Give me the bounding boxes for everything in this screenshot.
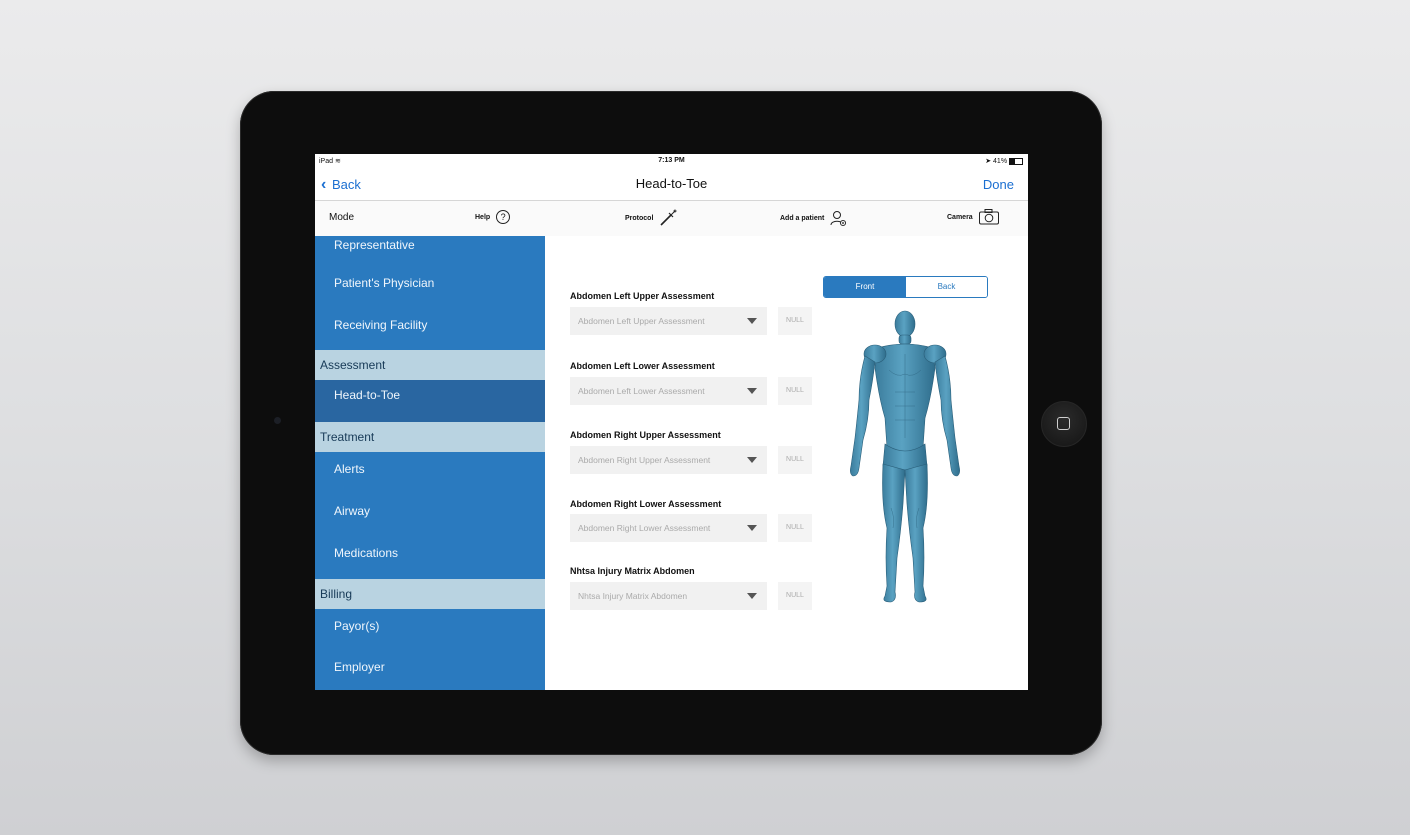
segment-back[interactable]: Back xyxy=(906,277,987,297)
select-abdomen-left-lower[interactable]: Abdomen Left Lower Assessment xyxy=(570,377,767,405)
field-label-abdomen-left-lower: Abdomen Left Lower Assessment xyxy=(570,361,715,371)
sidebar-item-medications[interactable]: Medications xyxy=(315,546,545,560)
sidebar-item-patients-physician[interactable]: Patient's Physician xyxy=(315,276,545,290)
add-patient-button[interactable]: Add a patient xyxy=(780,209,847,227)
dropdown-arrow-icon xyxy=(747,457,757,463)
sidebar-section-treatment: Treatment xyxy=(315,422,545,452)
null-button-abdomen-right-lower[interactable]: NULL xyxy=(778,514,812,542)
select-abdomen-left-upper[interactable]: Abdomen Left Upper Assessment xyxy=(570,307,767,335)
home-button-square-icon xyxy=(1057,417,1070,430)
battery-fill xyxy=(1010,158,1015,164)
field-label-nhtsa-injury-matrix: Nhtsa Injury Matrix Abdomen xyxy=(570,566,695,576)
null-button-abdomen-left-lower[interactable]: NULL xyxy=(778,377,812,405)
dropdown-arrow-icon xyxy=(747,318,757,324)
select-abdomen-right-lower[interactable]: Abdomen Right Lower Assessment xyxy=(570,514,767,542)
location-icon: ➤ xyxy=(985,158,992,165)
background-stage: iPad ≋ 7:13 PM ➤ 41% ‹ Back Head-to-Toe … xyxy=(0,0,1410,835)
sidebar-item-alerts[interactable]: Alerts xyxy=(315,462,545,476)
protocol-button[interactable]: Protocol xyxy=(625,209,678,227)
select-placeholder: Nhtsa Injury Matrix Abdomen xyxy=(578,591,688,601)
dropdown-arrow-icon xyxy=(747,388,757,394)
syringe-icon xyxy=(660,209,677,226)
sidebar-item-payors[interactable]: Payor(s) xyxy=(315,619,545,633)
sidebar-section-billing: Billing xyxy=(315,579,545,609)
done-button[interactable]: Done xyxy=(983,177,1014,192)
front-camera-dot xyxy=(274,417,281,424)
toolbar: Mode Help ? Protocol Add a patient Camer… xyxy=(315,200,1028,237)
null-button-abdomen-left-upper[interactable]: NULL xyxy=(778,307,812,335)
sidebar-item-receiving-facility[interactable]: Receiving Facility xyxy=(315,318,545,332)
sidebar: Representative Patient's Physician Recei… xyxy=(315,236,545,690)
sidebar-item-airway[interactable]: Airway xyxy=(315,504,545,518)
select-placeholder: Abdomen Left Lower Assessment xyxy=(578,386,705,396)
camera-icon xyxy=(978,209,999,225)
dropdown-arrow-icon xyxy=(747,525,757,531)
select-nhtsa-injury-matrix[interactable]: Nhtsa Injury Matrix Abdomen xyxy=(570,582,767,610)
navigation-bar: ‹ Back Head-to-Toe Done xyxy=(315,168,1028,200)
select-abdomen-right-upper[interactable]: Abdomen Right Upper Assessment xyxy=(570,446,767,474)
select-placeholder: Abdomen Left Upper Assessment xyxy=(578,316,705,326)
front-back-segmented-control: Front Back xyxy=(823,276,988,298)
status-bar: iPad ≋ 7:13 PM ➤ 41% xyxy=(315,154,1028,168)
help-icon: ? xyxy=(496,210,511,224)
camera-button[interactable]: Camera xyxy=(947,208,1000,226)
null-button-abdomen-right-upper[interactable]: NULL xyxy=(778,446,812,474)
select-placeholder: Abdomen Right Lower Assessment xyxy=(578,523,711,533)
human-body-front-figure[interactable] xyxy=(825,308,985,606)
null-button-nhtsa-injury-matrix[interactable]: NULL xyxy=(778,582,812,610)
battery-percent: 41% xyxy=(993,158,1008,165)
protocol-label: Protocol xyxy=(625,214,654,222)
camera-label: Camera xyxy=(947,213,973,221)
sidebar-section-assessment: Assessment xyxy=(315,350,545,380)
segment-front[interactable]: Front xyxy=(824,277,906,297)
field-label-abdomen-left-upper: Abdomen Left Upper Assessment xyxy=(570,291,715,301)
status-time: 7:13 PM xyxy=(658,157,685,164)
dropdown-arrow-icon xyxy=(747,593,757,599)
battery-icon xyxy=(1009,157,1023,165)
status-battery: ➤ 41% xyxy=(985,157,1023,165)
assessment-content: Abdomen Left Upper Assessment Abdomen Le… xyxy=(545,236,1028,690)
select-placeholder: Abdomen Right Upper Assessment xyxy=(578,455,711,465)
add-user-icon xyxy=(830,211,847,227)
home-button[interactable] xyxy=(1041,401,1087,447)
field-label-abdomen-right-upper: Abdomen Right Upper Assessment xyxy=(570,430,721,440)
app-screen: iPad ≋ 7:13 PM ➤ 41% ‹ Back Head-to-Toe … xyxy=(315,154,1028,690)
add-patient-label: Add a patient xyxy=(780,214,825,222)
page-title: Head-to-Toe xyxy=(635,176,708,191)
field-label-abdomen-right-lower: Abdomen Right Lower Assessment xyxy=(570,499,722,509)
ipad-device-frame: iPad ≋ 7:13 PM ➤ 41% ‹ Back Head-to-Toe … xyxy=(240,91,1102,755)
help-label: Help xyxy=(475,213,491,221)
sidebar-item-employer[interactable]: Employer xyxy=(315,660,545,674)
sidebar-item-head-to-toe[interactable]: Head-to-Toe xyxy=(315,380,545,422)
mode-button[interactable]: Mode xyxy=(329,212,354,223)
help-button[interactable]: Help ? xyxy=(475,210,511,224)
sidebar-item-representative[interactable]: Representative xyxy=(315,238,545,252)
